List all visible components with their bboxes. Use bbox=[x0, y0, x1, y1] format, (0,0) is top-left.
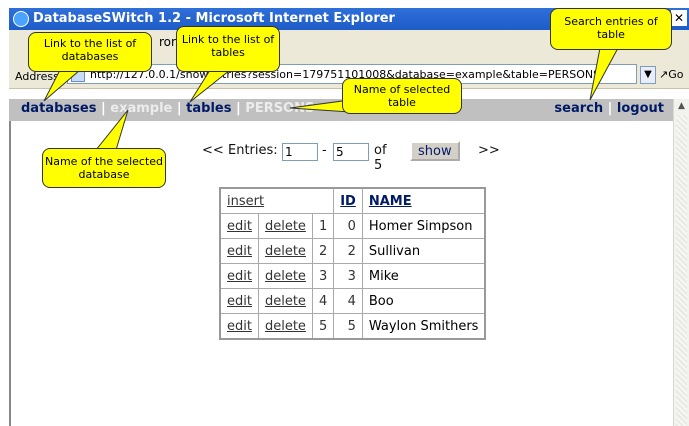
cell-name: Waylon Smithers bbox=[361, 313, 486, 340]
entries-from-input[interactable] bbox=[282, 143, 318, 161]
table-row: edit delete 3 3 Mike bbox=[219, 263, 486, 289]
delete-link[interactable]: delete bbox=[265, 269, 306, 284]
entries-dash: - bbox=[322, 143, 327, 158]
search-link[interactable]: search bbox=[554, 101, 603, 116]
scroll-track[interactable] bbox=[676, 115, 687, 426]
row-index: 1 bbox=[311, 213, 335, 239]
cell-name: Mike bbox=[361, 263, 486, 289]
entries-table: insert ID NAME edit delete 1 0 Homer Sim… bbox=[219, 187, 487, 340]
sort-id-link[interactable]: ID bbox=[340, 194, 356, 209]
callout-table-name: Name of selected table bbox=[342, 78, 462, 114]
entries-label: Entries: bbox=[228, 143, 278, 158]
vertical-scrollbar[interactable]: ▲ bbox=[673, 99, 689, 426]
callout-database-name: Name of the selected database bbox=[42, 148, 166, 188]
insert-cell: insert bbox=[219, 187, 335, 214]
callout-tables: Link to the list of tables bbox=[176, 26, 280, 72]
callout-databases: Link to the list of databases bbox=[28, 32, 152, 72]
table-row: edit delete 1 0 Homer Simpson bbox=[219, 213, 486, 239]
close-icon[interactable]: ✕ bbox=[671, 10, 687, 26]
row-index: 2 bbox=[311, 238, 335, 264]
insert-link[interactable]: insert bbox=[227, 194, 264, 209]
edit-link[interactable]: edit bbox=[227, 244, 252, 259]
window-title: DatabaseSWitch 1.2 - Microsoft Internet … bbox=[33, 11, 395, 26]
delete-link[interactable]: delete bbox=[265, 319, 306, 334]
edit-link[interactable]: edit bbox=[227, 294, 252, 309]
cell-name: Homer Simpson bbox=[361, 213, 486, 239]
prev-page-link[interactable]: << bbox=[202, 143, 224, 158]
cell-id: 5 bbox=[333, 313, 363, 340]
cell-id: 3 bbox=[333, 263, 363, 289]
table-row: edit delete 4 4 Boo bbox=[219, 288, 486, 314]
table-name: PERSONS bbox=[245, 101, 315, 116]
cell-name: Boo bbox=[361, 288, 486, 314]
database-name-link[interactable]: example bbox=[110, 101, 172, 116]
nav-separator: | bbox=[607, 101, 613, 116]
scroll-up-icon[interactable]: ▲ bbox=[674, 99, 689, 114]
nav-separator: | bbox=[176, 101, 182, 116]
entries-to-input[interactable] bbox=[333, 143, 369, 161]
show-button[interactable]: show bbox=[410, 141, 460, 161]
delete-link[interactable]: delete bbox=[265, 294, 306, 309]
table-header-row: insert ID NAME bbox=[219, 187, 486, 214]
ie-icon bbox=[13, 11, 29, 27]
cell-id: 4 bbox=[333, 288, 363, 314]
tables-link[interactable]: tables bbox=[186, 101, 231, 116]
window-left-edge bbox=[9, 121, 11, 426]
logout-link[interactable]: logout bbox=[617, 101, 664, 116]
nav-separator: | bbox=[100, 101, 106, 116]
go-button[interactable]: ↗Go bbox=[659, 68, 683, 81]
callout-search: Search entries of table bbox=[550, 8, 672, 50]
edit-link[interactable]: edit bbox=[227, 269, 252, 284]
column-header-id[interactable]: ID bbox=[333, 187, 363, 214]
address-dropdown-icon[interactable]: ▼ bbox=[640, 66, 656, 84]
edit-link[interactable]: edit bbox=[227, 319, 252, 334]
table-row: edit delete 5 5 Waylon Smithers bbox=[219, 313, 486, 340]
next-page-link[interactable]: >> bbox=[478, 143, 500, 158]
databases-link[interactable]: databases bbox=[21, 101, 96, 116]
sort-name-link[interactable]: NAME bbox=[369, 194, 412, 209]
cell-id: 0 bbox=[333, 213, 363, 239]
row-index: 3 bbox=[311, 263, 335, 289]
column-header-name[interactable]: NAME bbox=[361, 187, 486, 214]
delete-link[interactable]: delete bbox=[265, 244, 306, 259]
cell-id: 2 bbox=[333, 238, 363, 264]
nav-separator: | bbox=[236, 101, 241, 116]
edit-link[interactable]: edit bbox=[227, 219, 252, 234]
cell-name: Sullivan bbox=[361, 238, 486, 264]
entries-total: of 5 bbox=[374, 143, 387, 173]
row-index: 5 bbox=[311, 313, 335, 340]
table-row: edit delete 2 2 Sullivan bbox=[219, 238, 486, 264]
delete-link[interactable]: delete bbox=[265, 219, 306, 234]
row-index: 4 bbox=[311, 288, 335, 314]
